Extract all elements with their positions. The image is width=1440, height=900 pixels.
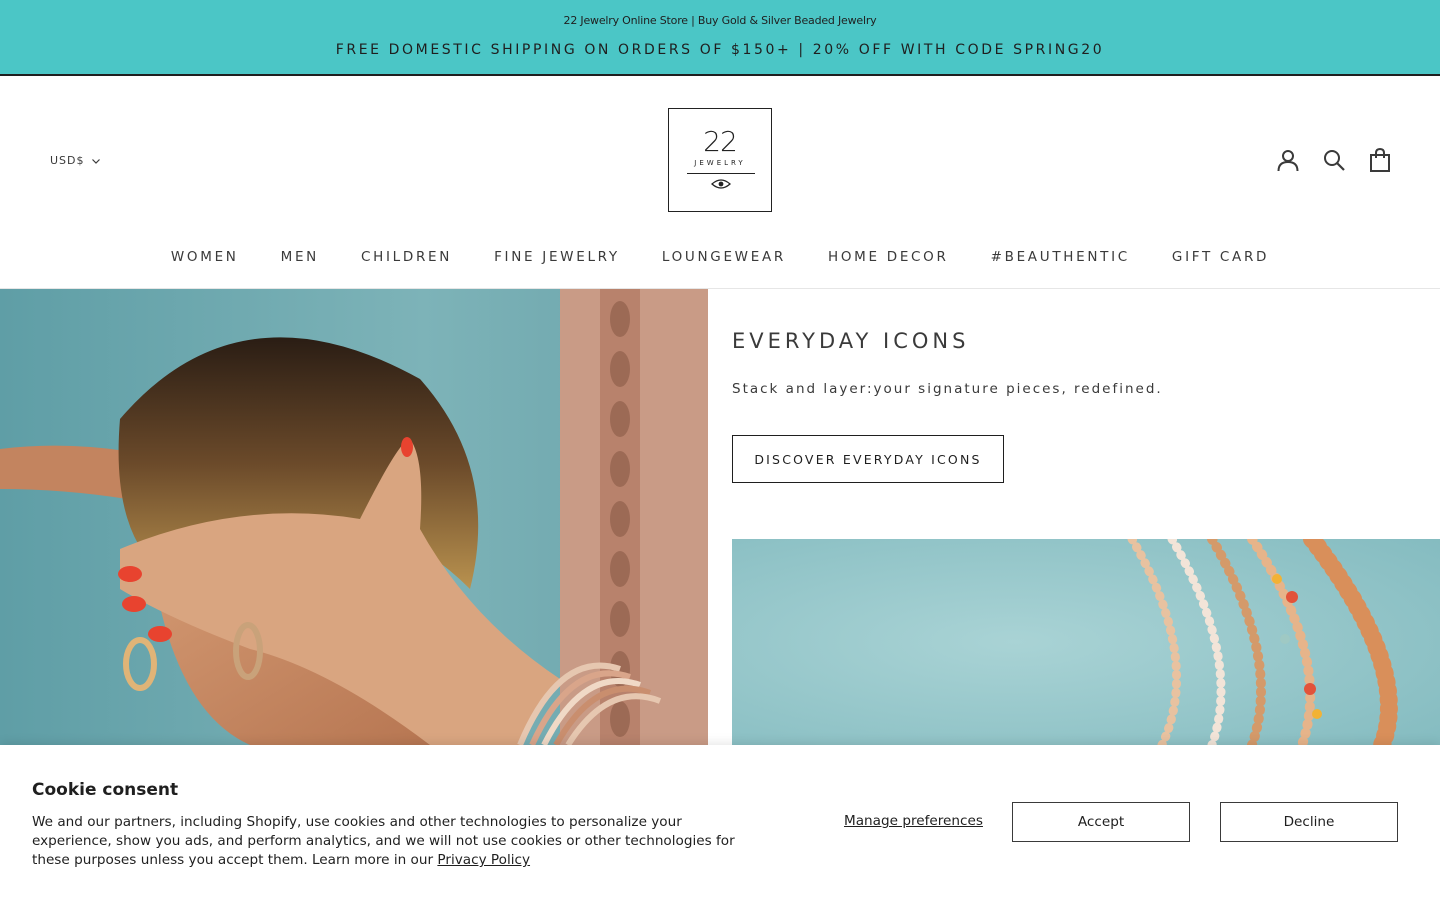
nav-item-children[interactable]: CHILDREN [361,249,452,265]
announcement-bar: 22 Jewelry Online Store | Buy Gold & Sil… [0,0,1440,76]
main-nav: WOMEN MEN CHILDREN FINE JEWELRY LOUNGEWE… [0,249,1440,265]
logo-rule [687,173,755,174]
header-icons [1276,147,1392,172]
nav-item-loungewear[interactable]: LOUNGEWEAR [662,249,786,265]
nav-item-gift-card[interactable]: GIFT CARD [1172,249,1269,265]
currency-label: USD$ [50,154,85,167]
eye-icon [711,179,731,189]
discover-button[interactable]: DISCOVER EVERYDAY ICONS [732,435,1004,483]
search-icon[interactable] [1322,148,1346,172]
currency-selector[interactable]: USD$ [50,154,101,167]
cookie-banner: Cookie consent We and our partners, incl… [0,745,1440,900]
nav-item-beauthentic[interactable]: #BEAUTHENTIC [991,249,1130,265]
cookie-body-text: We and our partners, including Shopify, … [32,814,735,868]
hero-subheading: Stack and layer:your signature pieces, r… [732,381,1163,397]
nav-item-men[interactable]: MEN [281,249,319,265]
announcement-promo[interactable]: FREE DOMESTIC SHIPPING ON ORDERS OF $150… [0,42,1440,58]
nav-item-fine-jewelry[interactable]: FINE JEWELRY [494,249,620,265]
hero-heading: EVERYDAY ICONS [732,329,970,353]
hero-content: EVERYDAY ICONS Stack and layer:your sign… [708,289,1440,745]
model-photo [0,289,708,745]
nav-item-women[interactable]: WOMEN [171,249,239,265]
site-header: USD$ 22 JEWELRY WOMEN MEN CHILDREN FINE … [0,76,1440,289]
hero-image-model[interactable] [0,289,708,745]
logo-word: JEWELRY [694,159,746,167]
cart-icon[interactable] [1368,147,1392,172]
nav-item-home-decor[interactable]: HOME DECOR [828,249,949,265]
cookie-body: We and our partners, including Shopify, … [32,813,762,870]
announcement-title: 22 Jewelry Online Store | Buy Gold & Sil… [563,14,877,27]
accept-button[interactable]: Accept [1012,802,1190,842]
logo-number: 22 [703,125,738,158]
manage-preferences-link[interactable]: Manage preferences [844,813,983,829]
chevron-down-icon [91,158,100,164]
decline-button[interactable]: Decline [1220,802,1398,842]
necklaces-photo [732,539,1440,745]
account-icon[interactable] [1276,148,1300,172]
site-logo[interactable]: 22 JEWELRY [668,108,772,212]
hero-image-necklaces[interactable] [732,539,1440,745]
cookie-title: Cookie consent [32,780,179,800]
privacy-policy-link[interactable]: Privacy Policy [437,852,530,868]
